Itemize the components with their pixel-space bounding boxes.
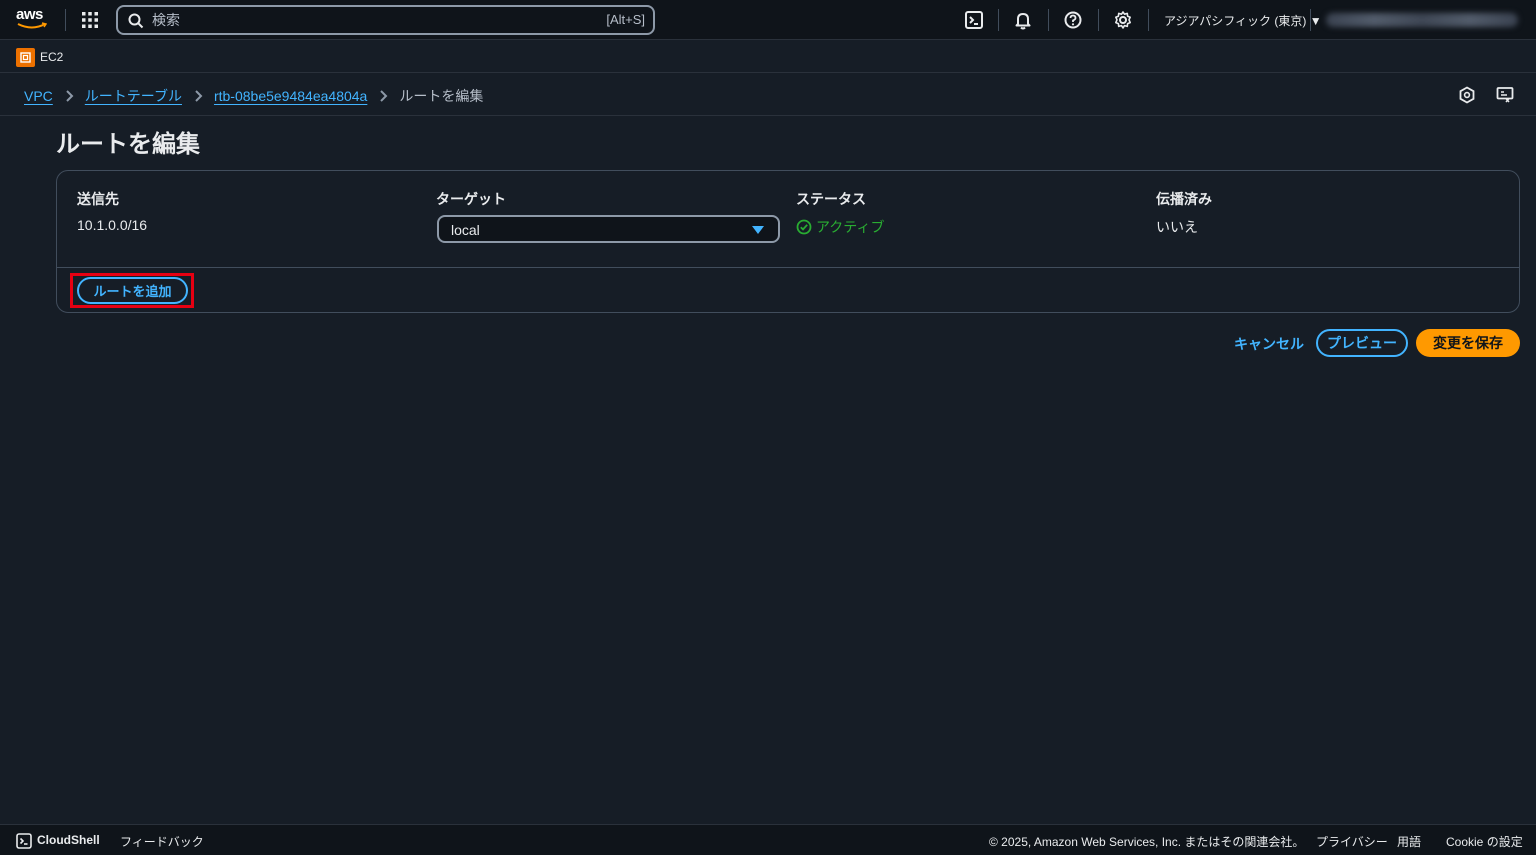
breadcrumb-route-table-id[interactable]: rtb-08be5e9484ea4804a <box>214 88 367 104</box>
region-selector[interactable]: アジアパシフィック (東京) ▼ <box>1164 12 1322 29</box>
aws-logo[interactable]: aws <box>16 6 50 32</box>
tutorial-panel-icon[interactable] <box>1496 86 1514 104</box>
preview-button[interactable]: プレビュー <box>1316 329 1408 357</box>
breadcrumb-current: ルートを編集 <box>399 88 484 104</box>
route-propagated: いいえ <box>1156 219 1198 235</box>
ec2-service-icon[interactable] <box>16 48 35 67</box>
top-navigation: aws [Alt+S] <box>0 0 1536 40</box>
chevron-right-icon <box>66 90 74 102</box>
footer-copyright: © 2025, Amazon Web Services, Inc. またはその関… <box>989 835 1305 849</box>
notifications-bell-icon[interactable] <box>1013 10 1033 30</box>
service-name[interactable]: EC2 <box>40 50 63 64</box>
nav-separator <box>65 9 66 31</box>
nav-separator <box>1148 9 1149 31</box>
column-header-target: ターゲット <box>436 191 506 207</box>
page-title: ルートを編集 <box>56 131 200 158</box>
footer-cookie-settings-link[interactable]: Cookie の設定 <box>1446 833 1523 850</box>
aws-smile-icon <box>17 22 47 29</box>
status-success-icon <box>796 219 812 235</box>
chevron-right-icon <box>195 90 203 102</box>
column-header-propagated: 伝播済み <box>1156 191 1212 207</box>
cloudshell-icon[interactable] <box>964 10 984 30</box>
column-header-status: ステータス <box>796 191 866 207</box>
search-shortcut: [Alt+S] <box>606 12 645 27</box>
panel-divider <box>57 267 1519 268</box>
route-destination: 10.1.0.0/16 <box>77 217 148 233</box>
nav-separator <box>1048 9 1049 31</box>
info-panel-icon[interactable] <box>1458 86 1476 104</box>
cancel-button[interactable]: キャンセル <box>1226 330 1312 357</box>
breadcrumb-route-tables[interactable]: ルートテーブル <box>85 86 182 106</box>
aws-logo-text: aws <box>16 6 43 23</box>
save-changes-button[interactable]: 変更を保存 <box>1416 329 1520 357</box>
nav-separator <box>998 9 999 31</box>
ec2-chip-icon <box>20 52 31 63</box>
footer-privacy-link[interactable]: プライバシー <box>1316 833 1388 850</box>
help-icon[interactable] <box>1063 10 1083 30</box>
footer-terms-link[interactable]: 用語 <box>1397 833 1421 850</box>
footer-cloudshell-link[interactable]: CloudShell <box>37 833 100 847</box>
search-icon <box>128 13 144 29</box>
services-grid-icon[interactable] <box>80 10 100 30</box>
nav-separator <box>1310 9 1311 31</box>
cloudshell-icon[interactable] <box>16 833 32 849</box>
target-select-value: local <box>451 222 480 238</box>
account-menu-redacted[interactable] <box>1326 13 1518 27</box>
footer: CloudShell フィードバック © 2025, Amazon Web Se… <box>0 824 1536 855</box>
route-status: アクティブ <box>796 217 884 237</box>
add-route-button[interactable]: ルートを追加 <box>77 277 188 304</box>
settings-gear-icon[interactable] <box>1113 10 1133 30</box>
chevron-right-icon <box>380 90 388 102</box>
route-status-text: アクティブ <box>816 219 885 235</box>
search-box[interactable]: [Alt+S] <box>116 5 655 35</box>
target-select[interactable]: local <box>437 215 780 243</box>
breadcrumb-vpc[interactable]: VPC <box>24 88 53 104</box>
search-input[interactable] <box>152 10 572 30</box>
breadcrumb-divider <box>0 115 1536 116</box>
nav-separator <box>1098 9 1099 31</box>
service-bar: EC2 <box>0 41 1536 73</box>
route-editor-panel: 送信先 ターゲット ステータス 伝播済み 10.1.0.0/16 local ア… <box>56 170 1520 313</box>
column-header-destination: 送信先 <box>77 191 119 207</box>
footer-feedback-link[interactable]: フィードバック <box>120 833 204 850</box>
caret-down-icon <box>752 226 764 234</box>
breadcrumb: VPC ルートテーブル rtb-08be5e9484ea4804a ルートを編集 <box>24 85 483 107</box>
